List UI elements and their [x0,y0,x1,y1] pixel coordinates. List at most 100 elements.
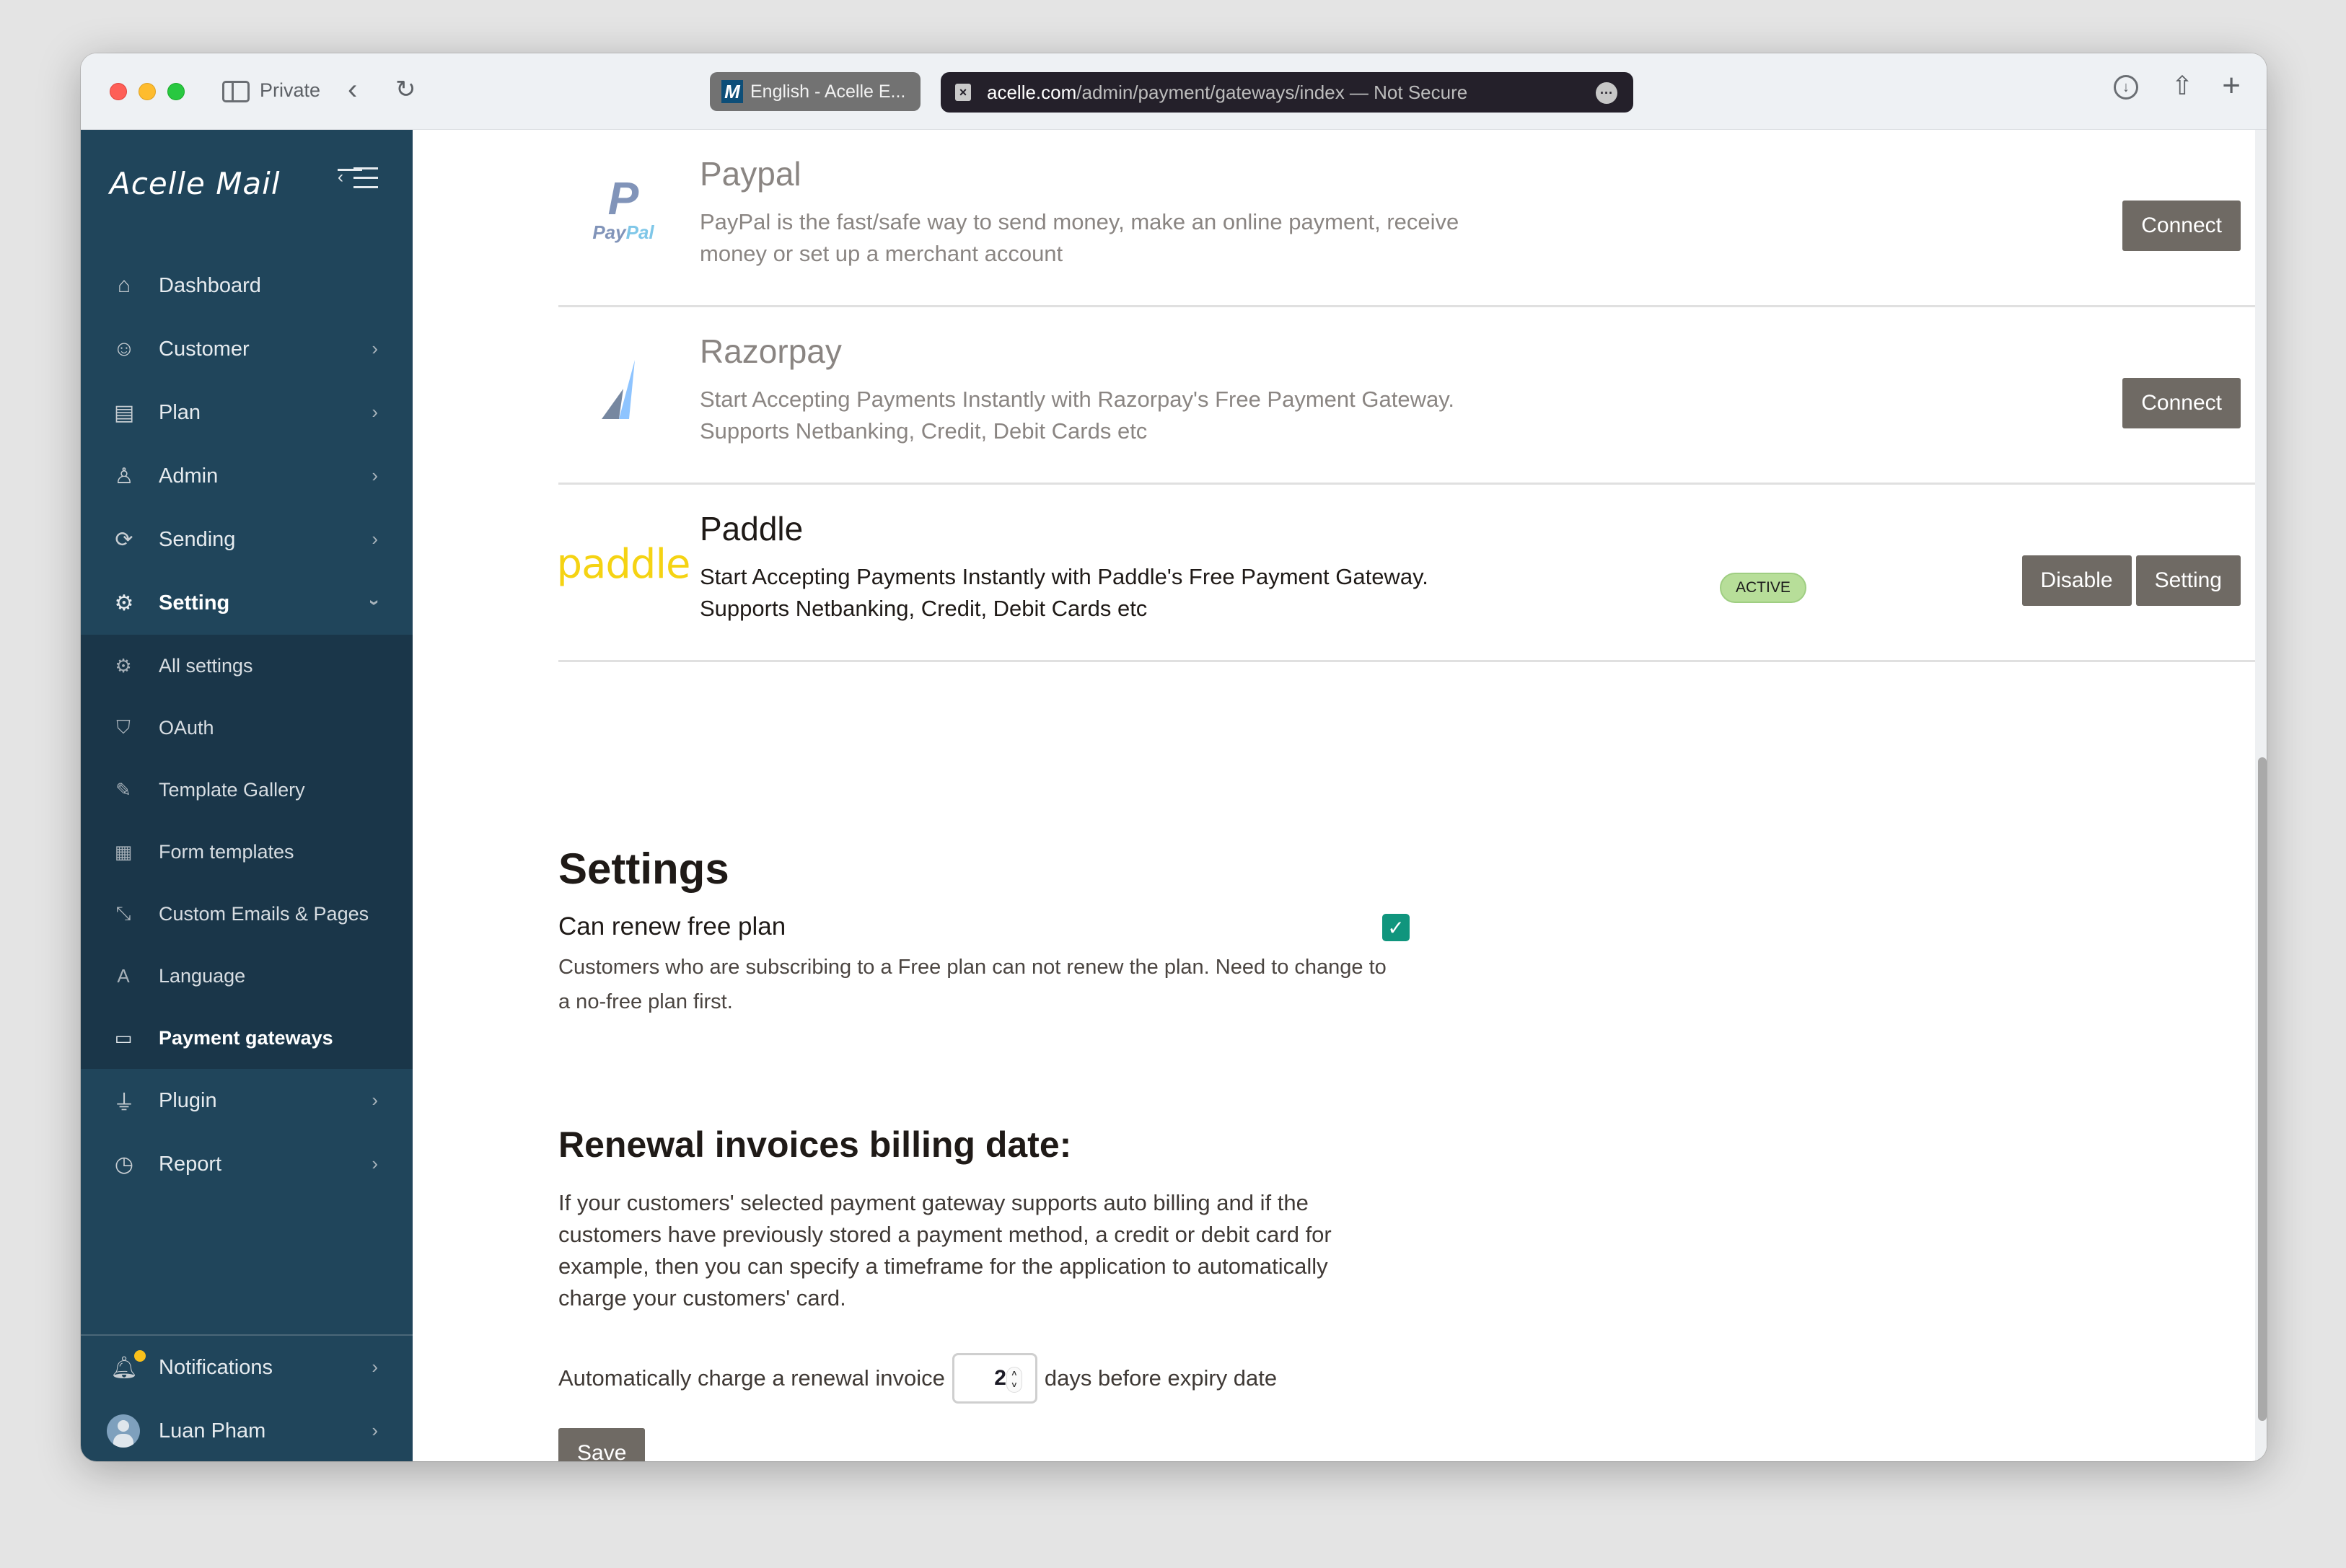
zoom-window-button[interactable] [167,83,185,100]
sidebar-item-customer[interactable]: ☺ Customer › [81,317,413,381]
chevron-right-icon: › [372,464,378,486]
notification-dot [134,1350,146,1362]
more-options-icon[interactable]: ··· [1596,82,1617,104]
credit-card-icon: ▭ [114,1026,133,1049]
scrollbar[interactable] [2255,130,2267,1461]
sidebar-item-report[interactable]: ◷ Report › [81,1132,413,1196]
sidebar-toggle-icon[interactable] [222,81,250,102]
sidebar-item-label: All settings [159,654,253,677]
sidebar-bottom: 🔔︎ Notifications › Luan Pham › [81,1334,413,1461]
language-icon: A [117,964,130,987]
sidebar-item-label: Language [159,964,246,987]
chevron-right-icon: › [372,1153,378,1174]
sidebar-item-all-settings[interactable]: ⚙ All settings [81,635,413,697]
renewal-title: Renewal invoices billing date: [558,1124,1072,1165]
sidebar-item-template-gallery[interactable]: ✎ Template Gallery [81,759,413,821]
report-clock-icon: ◷ [114,1152,134,1176]
oauth-shield-icon: ⛉ [116,716,131,738]
sidebar-item-admin[interactable]: ♙ Admin › [81,444,413,508]
sidebar-item-label: Payment gateways [159,1026,333,1049]
gear-icon: ⚙ [114,591,134,615]
sidebar-item-language[interactable]: A Language [81,945,413,1007]
close-window-button[interactable] [110,83,127,100]
sidebar-item-form-templates[interactable]: ▦ Form templates [81,821,413,883]
tab-title: English - Acelle E... [750,81,906,102]
gateway-name: Paddle [700,510,804,547]
sidebar-item-label: Setting [159,591,230,615]
sidebar-item-label: Sending [159,527,236,551]
connect-button[interactable]: Connect [2122,201,2241,251]
address-bar[interactable]: × acelle.com /admin/payment/gateways/ind… [941,72,1633,113]
avatar [107,1414,140,1448]
number-spinner-icon[interactable]: ˄ ˅ [1006,1367,1022,1393]
download-icon[interactable]: ↓ [2114,75,2138,100]
sidebar-item-label: Report [159,1152,222,1176]
sidebar-item-label: Form templates [159,840,294,863]
sidebar-item-dashboard[interactable]: ⌂ Dashboard [81,254,413,317]
sidebar: Acelle Mail ‹ ⌂ Dashboard ☺ Customer › ▤… [81,130,413,1461]
renewal-description: If your customers' selected payment gate… [558,1190,1332,1311]
disable-button[interactable]: Disable [2021,555,2132,606]
browser-titlebar: Private ‹ ↻ M English - Acelle E... × ac… [81,53,2267,130]
collapse-sidebar-icon[interactable]: ‹ [338,167,378,189]
acelle-mail-logo[interactable]: Acelle Mail [110,166,281,201]
sending-icon: ⟳ [115,527,133,552]
acelle-favicon-icon: M [721,80,743,103]
sidebar-item-payment-gateways[interactable]: ▭ Payment gateways [81,1007,413,1069]
chevron-right-icon: › [372,1356,378,1378]
sidebar-item-label: Custom Emails & Pages [159,902,369,925]
sidebar-item-label: Template Gallery [159,778,305,801]
gateway-row-razorpay: Razorpay Start Accepting Payments Instan… [558,307,2267,485]
chevron-down-icon: › [364,599,387,606]
new-tab-icon[interactable]: + [2222,68,2241,104]
scrollbar-thumb[interactable] [2258,757,2267,1421]
chevron-right-icon: › [372,528,378,550]
share-icon[interactable]: ⇧ [2171,71,2193,101]
sidebar-item-label: OAuth [159,716,214,739]
can-renew-free-plan-checkbox[interactable]: ✓ [1382,914,1410,941]
gateway-description: PayPal is the fast/safe way to send mone… [700,209,1459,266]
customer-icon: ☺ [113,337,136,361]
setting-button[interactable]: Setting [2135,555,2241,606]
sidebar-item-notifications[interactable]: 🔔︎ Notifications › [81,1336,413,1399]
sidebar-item-label: Plan [159,400,201,424]
chevron-right-icon: › [372,401,378,423]
gateway-name: Paypal [700,155,801,193]
status-badge: ACTIVE [1720,573,1806,603]
sidebar-item-user[interactable]: Luan Pham › [81,1399,413,1461]
save-button[interactable]: Save [558,1428,646,1461]
reload-icon[interactable]: ↻ [395,75,416,104]
back-icon[interactable]: ‹ [348,74,357,106]
gateway-description: Start Accepting Payments Instantly with … [700,564,1428,621]
minimize-window-button[interactable] [139,83,156,100]
private-label: Private [260,79,321,101]
browser-tab[interactable]: M English - Acelle E... [710,72,921,111]
sidebar-item-label: Notifications [159,1355,273,1379]
razorpay-logo [558,343,688,430]
site-favicon-icon: × [955,84,971,101]
renewal-prefix: Automatically charge a renewal invoice [558,1365,945,1391]
url-path: /admin/payment/gateways/index — Not Secu… [1076,81,1468,103]
chevron-right-icon: › [372,1089,378,1111]
gateway-list: P PayPal Paypal PayPal is the fast/safe … [557,130,2267,662]
custom-pages-icon: ⤡ [115,902,131,924]
browser-window: Private ‹ ↻ M English - Acelle E... × ac… [81,53,2267,1461]
form-template-icon: ▦ [114,840,133,863]
sidebar-item-setting[interactable]: ⚙ Setting › [81,571,413,635]
renewal-days-row: Automatically charge a renewal invoice 2… [558,1353,1277,1404]
sidebar-item-sending[interactable]: ⟳ Sending › [81,508,413,571]
sidebar-item-oauth[interactable]: ⛉ OAuth [81,697,413,759]
template-brush-icon: ✎ [115,778,131,801]
sidebar-nav: ⌂ Dashboard ☺ Customer › ▤ Plan › ♙ Admi… [81,254,413,1196]
sidebar-item-plan[interactable]: ▤ Plan › [81,381,413,444]
chevron-right-icon: › [372,1419,378,1441]
sidebar-item-custom-emails-pages[interactable]: ⤡ Custom Emails & Pages [81,883,413,945]
chevron-right-icon: › [372,338,378,359]
sidebar-item-label: Plugin [159,1088,217,1112]
sidebar-item-label: Customer [159,337,250,361]
sidebar-item-plugin[interactable]: ⏚ Plugin › [81,1069,413,1132]
connect-button[interactable]: Connect [2122,378,2241,428]
plan-icon: ▤ [113,400,135,425]
plug-icon: ⏚ [113,1091,135,1115]
days-before-expiry-input[interactable]: 2 ˄ ˅ [952,1353,1037,1404]
